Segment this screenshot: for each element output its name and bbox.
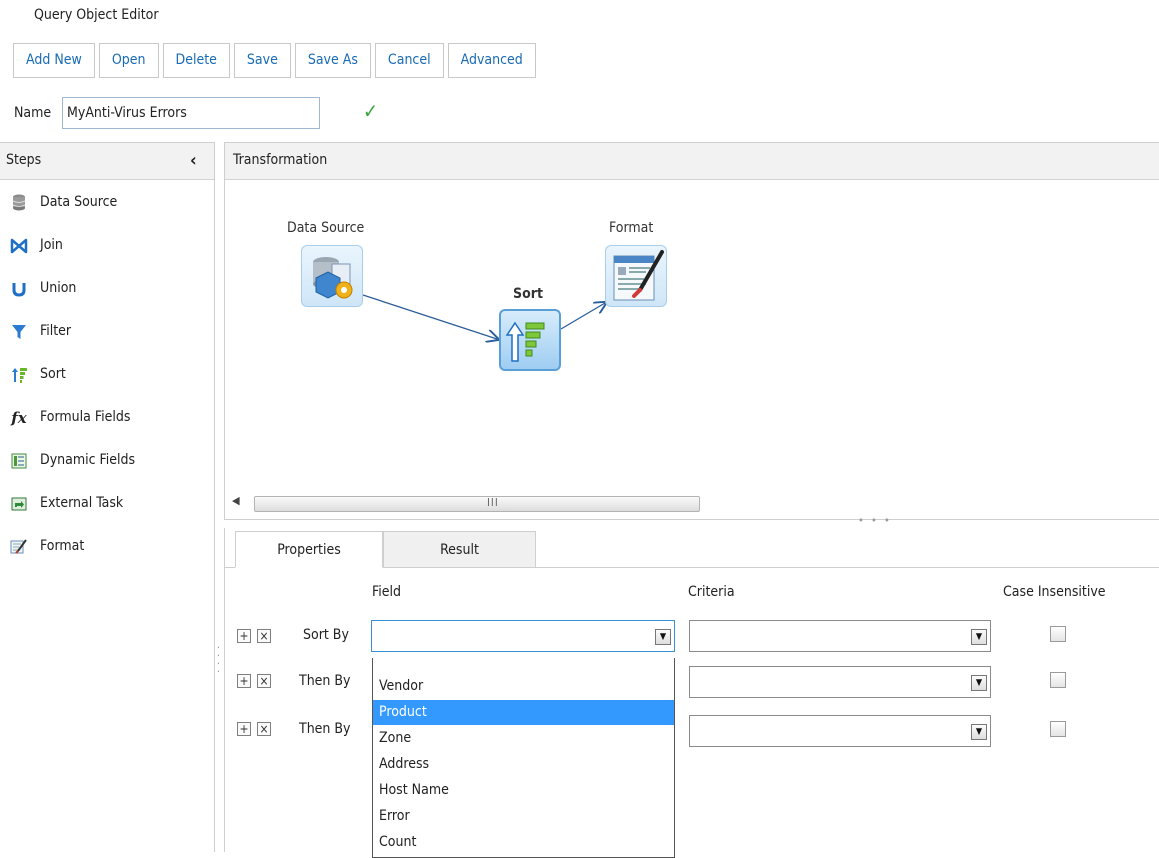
row-label-then-by: Then By	[299, 673, 351, 689]
field-select-sort-by[interactable]: ▼	[371, 620, 675, 652]
dropdown-option[interactable]: Vendor	[373, 674, 674, 699]
step-union[interactable]: Union	[8, 277, 208, 307]
step-label: External Task	[40, 495, 124, 511]
node-label-data-source: Data Source	[287, 220, 365, 236]
column-header-field: Field	[372, 584, 401, 600]
steps-header: Steps ‹	[0, 143, 214, 180]
open-button[interactable]: Open	[98, 43, 159, 78]
step-sort[interactable]: Sort	[8, 363, 208, 393]
case-insensitive-checkbox[interactable]	[1050, 626, 1066, 642]
save-as-button[interactable]: Save As	[294, 43, 371, 78]
flow-connectors	[362, 294, 1159, 521]
step-label: Data Source	[40, 194, 118, 210]
criteria-select-then-by[interactable]: ▼	[689, 666, 991, 698]
collapse-chevron-icon[interactable]: ‹	[190, 150, 197, 171]
toolbar: Add New Open Delete Save Save As Cancel …	[13, 43, 540, 78]
column-header-case-insensitive: Case Insensitive	[1003, 584, 1106, 600]
remove-row-icon[interactable]: ×	[257, 629, 271, 643]
criteria-select-then-by[interactable]: ▼	[689, 715, 991, 747]
step-dynamic-fields[interactable]: Dynamic Fields	[8, 449, 208, 479]
delete-button[interactable]: Delete	[162, 43, 230, 78]
step-label: Formula Fields	[40, 409, 131, 425]
step-label: Sort	[40, 366, 66, 382]
advanced-button[interactable]: Advanced	[447, 43, 536, 78]
join-icon	[8, 235, 30, 257]
checkmark-icon: ✓	[363, 99, 379, 123]
node-label-sort: Sort	[513, 286, 543, 302]
dropdown-option[interactable]: Count	[373, 830, 674, 855]
step-formula-fields[interactable]: fx Formula Fields	[8, 406, 208, 436]
dropdown-arrow-icon[interactable]: ▼	[971, 629, 987, 645]
step-label: Union	[40, 280, 77, 296]
step-label: Join	[40, 237, 63, 253]
sort-icon	[505, 321, 545, 362]
formula-icon: fx	[11, 409, 27, 427]
sort-node[interactable]	[499, 309, 561, 371]
dropdown-option[interactable]: Address	[373, 752, 674, 777]
add-row-icon[interactable]: +	[237, 722, 251, 736]
data-source-node[interactable]	[301, 245, 363, 307]
app-title: Query Object Editor	[34, 7, 159, 23]
tab-result[interactable]: Result	[383, 531, 536, 568]
dynamic-fields-icon	[8, 450, 30, 472]
splitter-handle[interactable]: • • •	[858, 514, 892, 527]
transformation-panel: Transformation Data Source Sort Format	[224, 142, 1159, 520]
add-row-icon[interactable]: +	[237, 674, 251, 688]
save-button[interactable]: Save	[233, 43, 291, 78]
steps-panel: Steps ‹ Data Source Join Union Filter So…	[0, 142, 215, 852]
external-task-icon	[8, 493, 30, 515]
scroll-left-arrow-icon[interactable]: ◀	[232, 494, 240, 507]
sort-icon	[8, 364, 30, 386]
scrollbar-grip: III	[487, 496, 499, 509]
dropdown-arrow-icon[interactable]: ▼	[655, 629, 671, 645]
dropdown-arrow-icon[interactable]: ▼	[971, 724, 987, 740]
criteria-select-sort-by[interactable]: ▼	[689, 620, 991, 652]
cancel-button[interactable]: Cancel	[374, 43, 444, 78]
step-label: Dynamic Fields	[40, 452, 136, 468]
case-insensitive-checkbox[interactable]	[1050, 721, 1066, 737]
step-data-source[interactable]: Data Source	[8, 191, 208, 221]
case-insensitive-checkbox[interactable]	[1050, 672, 1066, 688]
tab-properties[interactable]: Properties	[235, 531, 383, 568]
add-row-icon[interactable]: +	[237, 629, 251, 643]
row-label-sort-by: Sort By	[303, 627, 349, 643]
dropdown-option[interactable]: Host Name	[373, 778, 674, 803]
step-external-task[interactable]: External Task	[8, 492, 208, 522]
format-icon	[8, 536, 30, 558]
step-format[interactable]: Format	[8, 535, 208, 565]
properties-area: Properties Result Field Criteria Case In…	[224, 528, 1159, 858]
format-node[interactable]	[605, 245, 667, 307]
name-input[interactable]	[62, 97, 320, 129]
dropdown-arrow-icon[interactable]: ▼	[971, 675, 987, 691]
column-header-criteria: Criteria	[688, 584, 735, 600]
field-dropdown-list[interactable]: Vendor Product Zone Address Host Name Er…	[372, 658, 675, 858]
remove-row-icon[interactable]: ×	[257, 722, 271, 736]
format-icon	[613, 250, 664, 301]
side-splitter-handle[interactable]: · · · ·	[217, 644, 220, 678]
dropdown-option[interactable]: Error	[373, 804, 674, 829]
steps-title: Steps	[6, 152, 42, 168]
node-label-format: Format	[609, 220, 654, 236]
filter-icon	[8, 321, 30, 343]
scrollbar-thumb[interactable]: III	[254, 496, 700, 512]
dropdown-option-highlighted[interactable]: Product	[373, 700, 674, 725]
step-filter[interactable]: Filter	[8, 320, 208, 350]
add-new-button[interactable]: Add New	[13, 43, 95, 78]
database-icon	[8, 192, 30, 214]
dropdown-option[interactable]: Zone	[373, 726, 674, 751]
step-label: Format	[40, 538, 85, 554]
database-gear-icon	[313, 257, 353, 299]
step-label: Filter	[40, 323, 72, 339]
union-icon	[8, 278, 30, 300]
remove-row-icon[interactable]: ×	[257, 674, 271, 688]
horizontal-scrollbar[interactable]: ◀ III	[232, 494, 1159, 516]
row-label-then-by: Then By	[299, 721, 351, 737]
name-label: Name	[14, 105, 52, 121]
step-join[interactable]: Join	[8, 234, 208, 264]
